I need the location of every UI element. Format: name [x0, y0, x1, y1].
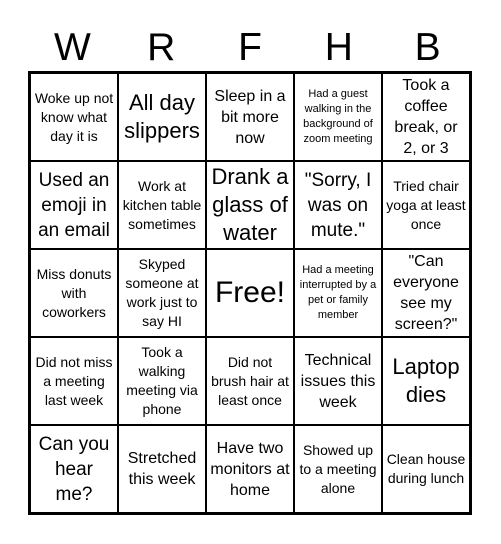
- bingo-cell[interactable]: Had a guest walking in the background of…: [294, 73, 382, 161]
- bingo-cell-text: Can you hear me?: [38, 433, 110, 505]
- bingo-header: W R F H B: [28, 26, 472, 70]
- bingo-cell-text: All day slippers: [124, 90, 200, 143]
- bingo-cell[interactable]: Took a walking meeting via phone: [118, 337, 206, 425]
- bingo-cell[interactable]: Showed up to a meeting alone: [294, 425, 382, 513]
- bingo-cell[interactable]: Drank a glass of water: [206, 161, 294, 249]
- free-space-cell[interactable]: Free!: [206, 249, 294, 337]
- bingo-cell-text: Woke up not know what day it is: [34, 89, 114, 144]
- bingo-cell[interactable]: Tried chair yoga at least once: [382, 161, 470, 249]
- bingo-cell[interactable]: Can you hear me?: [30, 425, 118, 513]
- bingo-cell[interactable]: Had a meeting interrupted by a pet or fa…: [294, 249, 382, 337]
- bingo-cell[interactable]: Did not miss a meeting last week: [30, 337, 118, 425]
- header-letter-f: F: [238, 26, 262, 69]
- bingo-cell[interactable]: Technical issues this week: [294, 337, 382, 425]
- bingo-cell[interactable]: Skyped someone at work just to say HI: [118, 249, 206, 337]
- header-letter-w: W: [53, 26, 91, 69]
- bingo-cell-text: Have two monitors at home: [210, 439, 290, 499]
- bingo-cell-text: Technical issues this week: [300, 351, 376, 411]
- bingo-cell[interactable]: Clean house during lunch: [382, 425, 470, 513]
- bingo-cell-text: Took a coffee break, or 2, or 3: [394, 77, 458, 157]
- header-letter-b: B: [414, 26, 441, 69]
- bingo-cell[interactable]: Work at kitchen table sometimes: [118, 161, 206, 249]
- bingo-cell-text: Did not miss a meeting last week: [35, 353, 113, 408]
- bingo-cell[interactable]: Miss donuts with coworkers: [30, 249, 118, 337]
- bingo-cell[interactable]: Sleep in a bit more now: [206, 73, 294, 161]
- bingo-cell-text: Showed up to a meeting alone: [299, 441, 377, 496]
- bingo-cell-text: Had a guest walking in the background of…: [303, 88, 373, 145]
- header-letter-r: R: [147, 26, 176, 69]
- bingo-cell[interactable]: Used an emoji in an email: [30, 161, 118, 249]
- bingo-cell-text: Skyped someone at work just to say HI: [125, 256, 199, 329]
- bingo-cell-text: Drank a glass of water: [211, 164, 289, 245]
- bingo-cell-text: Did not brush hair at least once: [211, 353, 289, 408]
- bingo-cell-text: Miss donuts with coworkers: [36, 265, 112, 320]
- header-letter-h: H: [324, 26, 353, 69]
- bingo-cell-text: Took a walking meeting via phone: [126, 344, 198, 417]
- bingo-cell-text: Had a meeting interrupted by a pet or fa…: [299, 264, 377, 321]
- bingo-cell-text: "Sorry, I was on mute.": [304, 169, 372, 241]
- bingo-cell[interactable]: "Sorry, I was on mute.": [294, 161, 382, 249]
- bingo-cell-text: Free!: [214, 276, 286, 309]
- bingo-cell[interactable]: Laptop dies: [382, 337, 470, 425]
- bingo-cell-text: Stretched this week: [127, 450, 197, 488]
- bingo-cell-text: Work at kitchen table sometimes: [122, 177, 202, 232]
- bingo-cell[interactable]: Did not brush hair at least once: [206, 337, 294, 425]
- bingo-cell[interactable]: Woke up not know what day it is: [30, 73, 118, 161]
- bingo-cell-text: Used an emoji in an email: [38, 169, 110, 241]
- bingo-board: Woke up not know what day it is All day s…: [28, 71, 472, 515]
- bingo-cell[interactable]: "Can everyone see my screen?": [382, 249, 470, 337]
- bingo-cell-text: Sleep in a bit more now: [214, 87, 286, 147]
- bingo-cell[interactable]: All day slippers: [118, 73, 206, 161]
- bingo-cell[interactable]: Took a coffee break, or 2, or 3: [382, 73, 470, 161]
- bingo-cell[interactable]: Have two monitors at home: [206, 425, 294, 513]
- bingo-cell-text: "Can everyone see my screen?": [393, 253, 459, 333]
- bingo-cell[interactable]: Stretched this week: [118, 425, 206, 513]
- bingo-cell-text: Tried chair yoga at least once: [386, 177, 466, 232]
- bingo-cell-text: Clean house during lunch: [386, 451, 466, 486]
- bingo-cell-text: Laptop dies: [392, 354, 460, 407]
